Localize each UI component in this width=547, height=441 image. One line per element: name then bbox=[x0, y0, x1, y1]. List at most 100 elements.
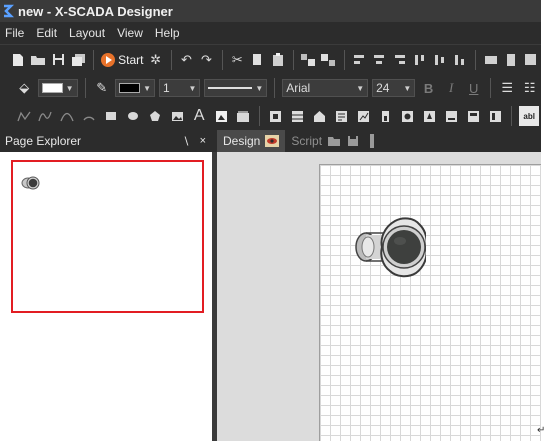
component-report-icon[interactable] bbox=[465, 106, 483, 126]
settings-icon[interactable]: ✲ bbox=[148, 50, 164, 70]
align-right-icon[interactable] bbox=[391, 50, 407, 70]
text-align-right-icon[interactable]: ☷ bbox=[520, 78, 539, 98]
fill-color-swatch bbox=[41, 83, 63, 93]
component-alarm-icon[interactable] bbox=[421, 106, 439, 126]
line-width-dropdown[interactable]: 1 ▼ bbox=[159, 79, 201, 97]
component-panel-icon[interactable] bbox=[486, 106, 504, 126]
main-toolbar: Start ✲ ↶ ↷ ✂ bbox=[0, 44, 541, 74]
component-chart-icon[interactable] bbox=[355, 106, 373, 126]
window-title: new - X-SCADA Designer bbox=[18, 3, 173, 19]
align-middle-icon[interactable] bbox=[432, 50, 448, 70]
design-eye-icon bbox=[265, 134, 280, 148]
close-icon[interactable]: × bbox=[200, 135, 206, 148]
ungroup-icon[interactable] bbox=[320, 50, 336, 70]
component-button-icon[interactable] bbox=[267, 106, 285, 126]
application-window: new - X-SCADA Designer File Edit Layout … bbox=[0, 0, 547, 441]
arc-icon[interactable] bbox=[58, 106, 76, 126]
align-left-icon[interactable] bbox=[351, 50, 367, 70]
page-thumbnail[interactable] bbox=[11, 160, 204, 313]
line-width-value: 1 bbox=[163, 81, 170, 95]
chevron-down-icon: ▼ bbox=[188, 83, 197, 93]
redo-icon[interactable]: ↷ bbox=[198, 50, 214, 70]
polyline-icon[interactable] bbox=[15, 106, 33, 126]
line-color-dropdown[interactable]: ▼ bbox=[115, 79, 155, 97]
new-file-icon[interactable] bbox=[10, 50, 26, 70]
pin-icon[interactable]: ∖ bbox=[183, 135, 190, 148]
pie-tool-icon[interactable] bbox=[80, 106, 98, 126]
chevron-down-icon: ▼ bbox=[403, 83, 412, 93]
menu-help[interactable]: Help bbox=[149, 22, 186, 44]
play-icon bbox=[101, 52, 116, 67]
design-area bbox=[217, 152, 541, 441]
picture-tool-icon[interactable] bbox=[212, 106, 230, 126]
start-label: Start bbox=[118, 52, 144, 67]
save-all-icon[interactable] bbox=[70, 50, 86, 70]
same-width-icon[interactable] bbox=[483, 50, 499, 70]
group-icon[interactable] bbox=[300, 50, 316, 70]
undo-icon[interactable]: ↶ bbox=[178, 50, 194, 70]
speaker-symbol[interactable] bbox=[346, 213, 426, 283]
align-top-icon[interactable] bbox=[412, 50, 428, 70]
line-style-dropdown[interactable]: ▼ bbox=[204, 79, 268, 97]
open-folder-icon[interactable] bbox=[30, 50, 46, 70]
font-name-dropdown[interactable]: Arial ▼ bbox=[282, 79, 369, 97]
component-gauge-icon[interactable] bbox=[399, 106, 417, 126]
speaker-thumbnail-icon bbox=[21, 176, 40, 190]
design-canvas[interactable] bbox=[319, 164, 541, 441]
toolbar-separator bbox=[221, 49, 223, 70]
toolbar-separator bbox=[292, 49, 294, 70]
component-tank-icon[interactable] bbox=[377, 106, 395, 126]
font-size-value: 24 bbox=[376, 81, 390, 95]
polygon-tool-icon[interactable] bbox=[146, 106, 164, 126]
fill-color-dropdown[interactable]: ▼ bbox=[37, 79, 78, 97]
line-color-icon[interactable]: ✎ bbox=[92, 78, 111, 98]
script-save-icon bbox=[346, 134, 360, 148]
window-edge bbox=[541, 0, 547, 441]
title-bar: new - X-SCADA Designer bbox=[0, 0, 541, 22]
text-tool-icon[interactable]: A bbox=[190, 106, 208, 126]
cut-icon[interactable]: ✂ bbox=[229, 50, 245, 70]
menu-file[interactable]: File bbox=[0, 22, 30, 44]
toolbar-separator bbox=[474, 49, 476, 70]
component-list-icon[interactable] bbox=[333, 106, 351, 126]
menu-bar: File Edit Layout View Help bbox=[0, 22, 541, 44]
curve-icon[interactable] bbox=[37, 106, 55, 126]
font-name-value: Arial bbox=[286, 81, 311, 95]
align-bottom-icon[interactable] bbox=[452, 50, 468, 70]
underline-button[interactable]: U bbox=[464, 78, 483, 98]
paste-icon[interactable] bbox=[269, 50, 285, 70]
same-height-icon[interactable] bbox=[503, 50, 519, 70]
copy-icon[interactable] bbox=[249, 50, 265, 70]
start-button[interactable]: Start bbox=[101, 50, 144, 70]
pane-tab-strip: Page Explorer ∖ × Design Script bbox=[0, 130, 541, 152]
format-toolbar: ⬙ ▼ ✎ ▼ 1 ▼ ▼ Arial ▼ 24 ▼ B I U ☰ ☷ bbox=[0, 74, 541, 102]
font-size-dropdown[interactable]: 24 ▼ bbox=[372, 79, 416, 97]
tab-design-label: Design bbox=[223, 134, 261, 148]
italic-button[interactable]: I bbox=[442, 78, 461, 98]
fill-bucket-icon[interactable]: ⬙ bbox=[15, 78, 34, 98]
toolbar-separator bbox=[343, 49, 345, 70]
rectangle-tool-icon[interactable] bbox=[102, 106, 120, 126]
component-trend-icon[interactable] bbox=[443, 106, 461, 126]
toolbar-separator bbox=[511, 106, 513, 126]
bold-button[interactable]: B bbox=[419, 78, 438, 98]
same-size-icon[interactable] bbox=[523, 50, 539, 70]
image-tool-icon[interactable] bbox=[168, 106, 186, 126]
toolbar-separator bbox=[93, 49, 95, 70]
ellipse-tool-icon[interactable] bbox=[124, 106, 142, 126]
component-house-icon[interactable] bbox=[311, 106, 329, 126]
tab-script[interactable]: Script bbox=[285, 130, 385, 152]
document-tabs: Design Script bbox=[217, 130, 385, 152]
save-icon[interactable] bbox=[50, 50, 66, 70]
menu-layout[interactable]: Layout bbox=[63, 22, 111, 44]
media-tool-icon[interactable] bbox=[234, 106, 252, 126]
align-center-icon[interactable] bbox=[371, 50, 387, 70]
text-align-icon[interactable]: ☰ bbox=[498, 78, 517, 98]
component-table-icon[interactable] bbox=[289, 106, 307, 126]
menu-view[interactable]: View bbox=[111, 22, 149, 44]
chevron-down-icon: ▼ bbox=[143, 83, 151, 93]
script-bar-icon bbox=[365, 134, 379, 148]
menu-edit[interactable]: Edit bbox=[30, 22, 63, 44]
tab-design[interactable]: Design bbox=[217, 130, 286, 152]
textbox-tool-button[interactable]: abl bbox=[519, 106, 540, 126]
